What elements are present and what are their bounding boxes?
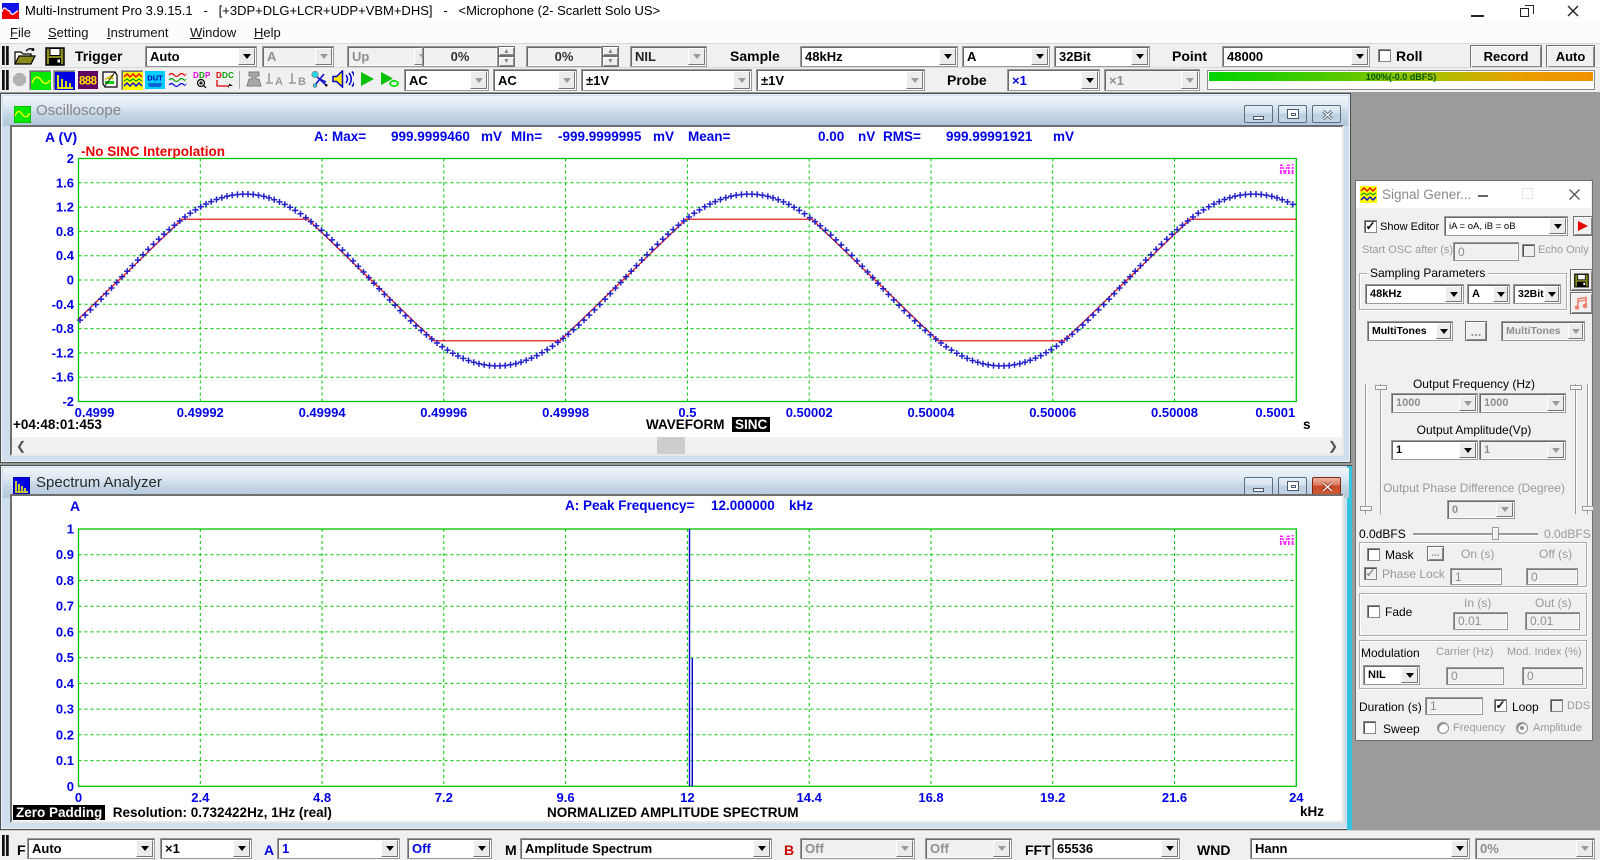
svg-text:DUT: DUT xyxy=(147,74,163,83)
svg-text:0.6: 0.6 xyxy=(56,624,74,639)
svg-text:B: B xyxy=(298,76,306,88)
svg-text:0.49994: 0.49994 xyxy=(299,405,347,420)
svg-text:0.8: 0.8 xyxy=(56,573,74,588)
svg-text:0.50002: 0.50002 xyxy=(786,405,833,420)
svg-text:A: A xyxy=(275,76,283,88)
svg-text:0: 0 xyxy=(67,779,74,794)
svg-text:-2: -2 xyxy=(62,394,74,409)
svg-text:0.1: 0.1 xyxy=(56,753,74,768)
svg-text:14.4: 14.4 xyxy=(797,790,823,805)
svg-text:-1.6: -1.6 xyxy=(52,370,74,385)
svg-text:0.2: 0.2 xyxy=(56,727,74,742)
svg-text:0.5001: 0.5001 xyxy=(1255,405,1295,420)
svg-text:0.3: 0.3 xyxy=(56,702,74,717)
svg-text:0.50006: 0.50006 xyxy=(1029,405,1076,420)
svg-text:-0.4: -0.4 xyxy=(52,297,75,312)
svg-text:0: 0 xyxy=(75,790,82,805)
svg-text:2: 2 xyxy=(67,151,74,166)
svg-text:16.8: 16.8 xyxy=(918,790,943,805)
svg-text:4.8: 4.8 xyxy=(313,790,331,805)
svg-text:1: 1 xyxy=(67,522,74,537)
svg-text:0.4: 0.4 xyxy=(56,676,75,691)
svg-text:24: 24 xyxy=(1289,790,1304,805)
svg-text:0.49992: 0.49992 xyxy=(177,405,224,420)
svg-text:0.49998: 0.49998 xyxy=(542,405,589,420)
svg-text:0.8: 0.8 xyxy=(56,224,74,239)
svg-text:0.9: 0.9 xyxy=(56,547,74,562)
svg-text:12: 12 xyxy=(680,790,694,805)
svg-text:2.4: 2.4 xyxy=(191,790,210,805)
svg-text:0.50008: 0.50008 xyxy=(1151,405,1198,420)
svg-text:9.6: 9.6 xyxy=(557,790,575,805)
svg-text:0: 0 xyxy=(67,273,74,288)
svg-text:-1.2: -1.2 xyxy=(52,345,74,360)
svg-text:P: P xyxy=(205,71,211,80)
svg-text:0.7: 0.7 xyxy=(56,599,74,614)
svg-text:0.49996: 0.49996 xyxy=(420,405,467,420)
svg-text:0.4: 0.4 xyxy=(56,248,75,263)
svg-text:0.50004: 0.50004 xyxy=(908,405,956,420)
svg-text:1.2: 1.2 xyxy=(56,200,74,215)
svg-text:C: C xyxy=(228,71,234,80)
svg-text:0.5: 0.5 xyxy=(56,650,74,665)
svg-text:21.6: 21.6 xyxy=(1162,790,1187,805)
svg-text:19.2: 19.2 xyxy=(1040,790,1065,805)
svg-text:7.2: 7.2 xyxy=(435,790,453,805)
svg-text:1.6: 1.6 xyxy=(56,175,74,190)
svg-text:-0.8: -0.8 xyxy=(52,321,74,336)
svg-text:888: 888 xyxy=(79,76,98,88)
